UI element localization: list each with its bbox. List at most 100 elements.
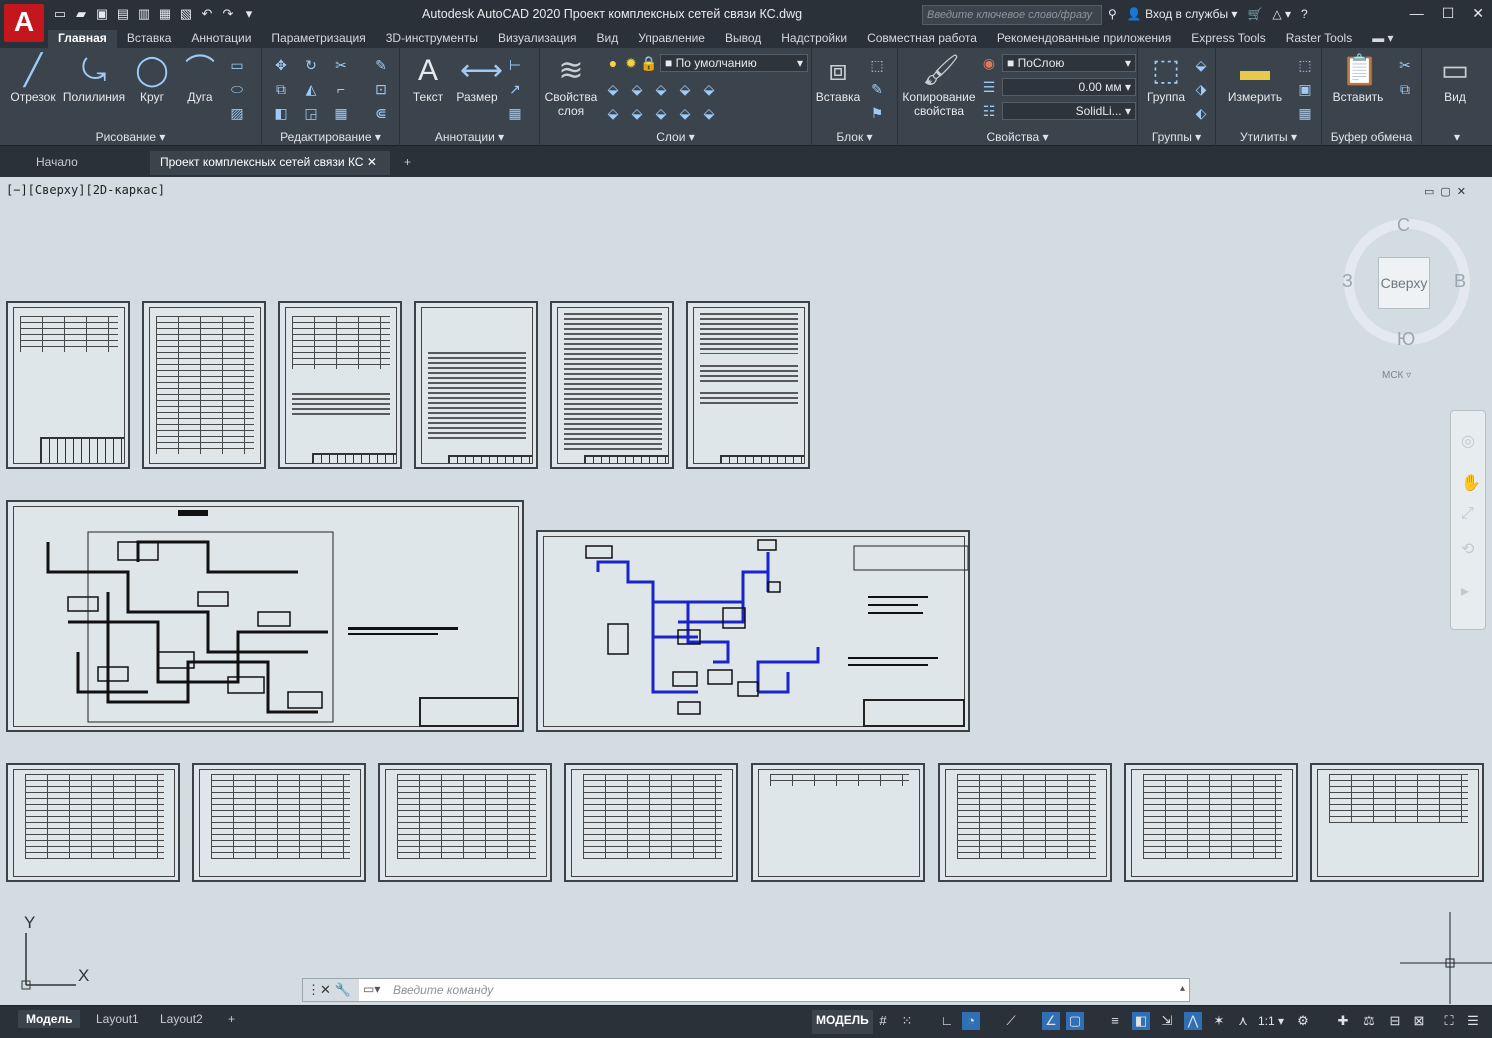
- quick-properties-icon[interactable]: ⊟: [1386, 1012, 1404, 1030]
- command-history-icon[interactable]: ▴: [1180, 983, 1185, 994]
- insert-block-button[interactable]: ⧈ Вставка: [814, 54, 862, 104]
- autocad-logo-button[interactable]: A: [4, 4, 44, 42]
- close-icon[interactable]: ✕: [1472, 5, 1484, 22]
- group-select-icon[interactable]: ⬖: [1192, 104, 1210, 122]
- layer-tool-6-icon[interactable]: ⬙: [604, 104, 622, 122]
- cart-icon[interactable]: 🛒: [1247, 7, 1262, 21]
- select-all-icon[interactable]: ▣: [1296, 80, 1314, 98]
- sheet-scheme-1[interactable]: [6, 500, 524, 732]
- publish-icon[interactable]: ▥: [136, 6, 152, 22]
- autodesk-icon[interactable]: △ ▾: [1272, 7, 1291, 21]
- tab-collaborate[interactable]: Совместная работа: [857, 30, 987, 48]
- attribute-icon[interactable]: ⚑: [868, 104, 886, 122]
- viewcube-south[interactable]: Ю: [1397, 329, 1415, 350]
- ucs-menu-button[interactable]: МСК ▿: [1382, 370, 1411, 381]
- maximize-icon[interactable]: ☐: [1442, 5, 1455, 22]
- sheet-3[interactable]: [278, 301, 402, 469]
- explode-icon[interactable]: ⊡: [372, 80, 390, 98]
- linetype-dropdown[interactable]: SolidLi... ▾: [1002, 102, 1136, 120]
- sheet-scheme-2[interactable]: [536, 530, 970, 732]
- tab-visualize[interactable]: Визуализация: [488, 30, 587, 48]
- undo-icon[interactable]: ↶: [199, 6, 215, 22]
- layer-tool-1-icon[interactable]: ⬙: [604, 80, 622, 98]
- sheet-5[interactable]: [550, 301, 674, 469]
- rotate-icon[interactable]: ↻: [302, 56, 320, 74]
- saveas-icon[interactable]: ▤: [115, 6, 131, 22]
- tab-layout2[interactable]: Layout2: [152, 1010, 211, 1028]
- stretch-icon[interactable]: ◧: [272, 104, 290, 122]
- table-icon[interactable]: ▦: [506, 104, 524, 122]
- tab-manage[interactable]: Управление: [628, 30, 715, 48]
- group-button[interactable]: ⬚ Группа: [1142, 54, 1190, 104]
- paste-button[interactable]: 📋 Вставить: [1328, 54, 1388, 104]
- clean-screen-icon[interactable]: ⛶: [1440, 1012, 1458, 1030]
- tab-annotate[interactable]: Аннотации: [181, 30, 261, 48]
- new-icon[interactable]: ▭: [52, 6, 68, 22]
- line-button[interactable]: ╱ Отрезок: [10, 54, 56, 104]
- layer-tool-9-icon[interactable]: ⬙: [676, 104, 694, 122]
- spec-sheet-1[interactable]: [6, 763, 180, 882]
- lineweight-dropdown[interactable]: 0.00 мм ▾: [1002, 78, 1136, 96]
- customization-menu-icon[interactable]: ☰: [1464, 1012, 1482, 1030]
- panel-layers-title[interactable]: Слои ▾: [540, 130, 811, 144]
- plot-icon[interactable]: ▦: [157, 6, 173, 22]
- spec-sheet-6[interactable]: [938, 763, 1112, 882]
- sun-icon[interactable]: ✹: [622, 54, 640, 72]
- panel-draw-title[interactable]: Рисование ▾: [0, 130, 261, 144]
- annotation-monitor-icon[interactable]: ✚: [1334, 1012, 1352, 1030]
- layer-tool-4-icon[interactable]: ⬙: [676, 80, 694, 98]
- array-icon[interactable]: ▦: [332, 104, 350, 122]
- transparency-icon[interactable]: ◧: [1132, 1012, 1150, 1030]
- snap-icon[interactable]: ⁙: [898, 1012, 916, 1030]
- model-space-button[interactable]: МОДЕЛЬ: [812, 1010, 873, 1034]
- showmotion-icon[interactable]: ▸: [1461, 581, 1469, 601]
- spec-sheet-7[interactable]: [1124, 763, 1298, 882]
- layer-tool-10-icon[interactable]: ⬙: [700, 104, 718, 122]
- copy-icon[interactable]: ⧉: [272, 80, 290, 98]
- fillet-icon[interactable]: ⌐: [332, 80, 350, 98]
- annotation-visibility-icon[interactable]: ⋀: [1184, 1012, 1202, 1030]
- polyline-button[interactable]: ⤿ Полилиния: [62, 54, 126, 104]
- spec-sheet-8[interactable]: [1310, 763, 1484, 882]
- trim-icon[interactable]: ✂: [332, 56, 350, 74]
- rectangle-icon[interactable]: ▭: [228, 56, 246, 74]
- panel-block-title[interactable]: Блок ▾: [812, 130, 897, 144]
- gradient-icon[interactable]: ▨: [228, 104, 246, 122]
- measure-button[interactable]: ▬ Измерить: [1222, 54, 1288, 104]
- panel-properties-title[interactable]: Свойства ▾: [898, 130, 1137, 144]
- polar-icon[interactable]: ◔: [962, 1012, 980, 1030]
- tab-view[interactable]: Вид: [587, 30, 629, 48]
- tab-addins[interactable]: Надстройки: [771, 30, 857, 48]
- selection-cycling-icon[interactable]: ⇲: [1158, 1012, 1176, 1030]
- workspace-gear-icon[interactable]: ⚙: [1294, 1012, 1312, 1030]
- edit-block-icon[interactable]: ✎: [868, 80, 886, 98]
- tab-parametric[interactable]: Параметризация: [261, 30, 375, 48]
- sheet-6[interactable]: [686, 301, 810, 469]
- copy-clip-icon[interactable]: ⧉: [1396, 80, 1414, 98]
- new-tab-button[interactable]: +: [394, 151, 421, 175]
- add-layout-button[interactable]: +: [220, 1010, 243, 1028]
- erase-icon[interactable]: ✎: [372, 56, 390, 74]
- viewcube-west[interactable]: З: [1342, 271, 1353, 292]
- open-icon[interactable]: ▰: [73, 6, 89, 22]
- viewcube-east[interactable]: В: [1454, 271, 1466, 292]
- units-icon[interactable]: ⚖: [1360, 1012, 1378, 1030]
- spec-sheet-2[interactable]: [192, 763, 366, 882]
- leader-icon[interactable]: ↗: [506, 80, 524, 98]
- panel-modify-title[interactable]: Редактирование ▾: [262, 130, 399, 144]
- redo-icon[interactable]: ↷: [220, 6, 236, 22]
- tab-insert[interactable]: Вставка: [117, 30, 182, 48]
- recent-commands-icon[interactable]: ▭▾: [363, 982, 380, 996]
- tab-home[interactable]: Главная: [48, 30, 117, 48]
- spec-sheet-5[interactable]: [751, 763, 925, 882]
- layer-tool-5-icon[interactable]: ⬙: [700, 80, 718, 98]
- binoculars-icon[interactable]: ⚲: [1108, 7, 1117, 21]
- panel-utilities-title[interactable]: Утилиты ▾: [1216, 130, 1321, 144]
- linetype-icon[interactable]: ☷: [980, 102, 998, 120]
- layer-tool-3-icon[interactable]: ⬙: [652, 80, 670, 98]
- signin-button[interactable]: 👤 Вход в службы ▾: [1127, 7, 1238, 21]
- print-icon[interactable]: ▧: [178, 6, 194, 22]
- lineweight-toggle-icon[interactable]: ≡: [1106, 1012, 1124, 1030]
- command-input[interactable]: Введите команду: [393, 983, 493, 997]
- sheet-1[interactable]: [6, 301, 130, 469]
